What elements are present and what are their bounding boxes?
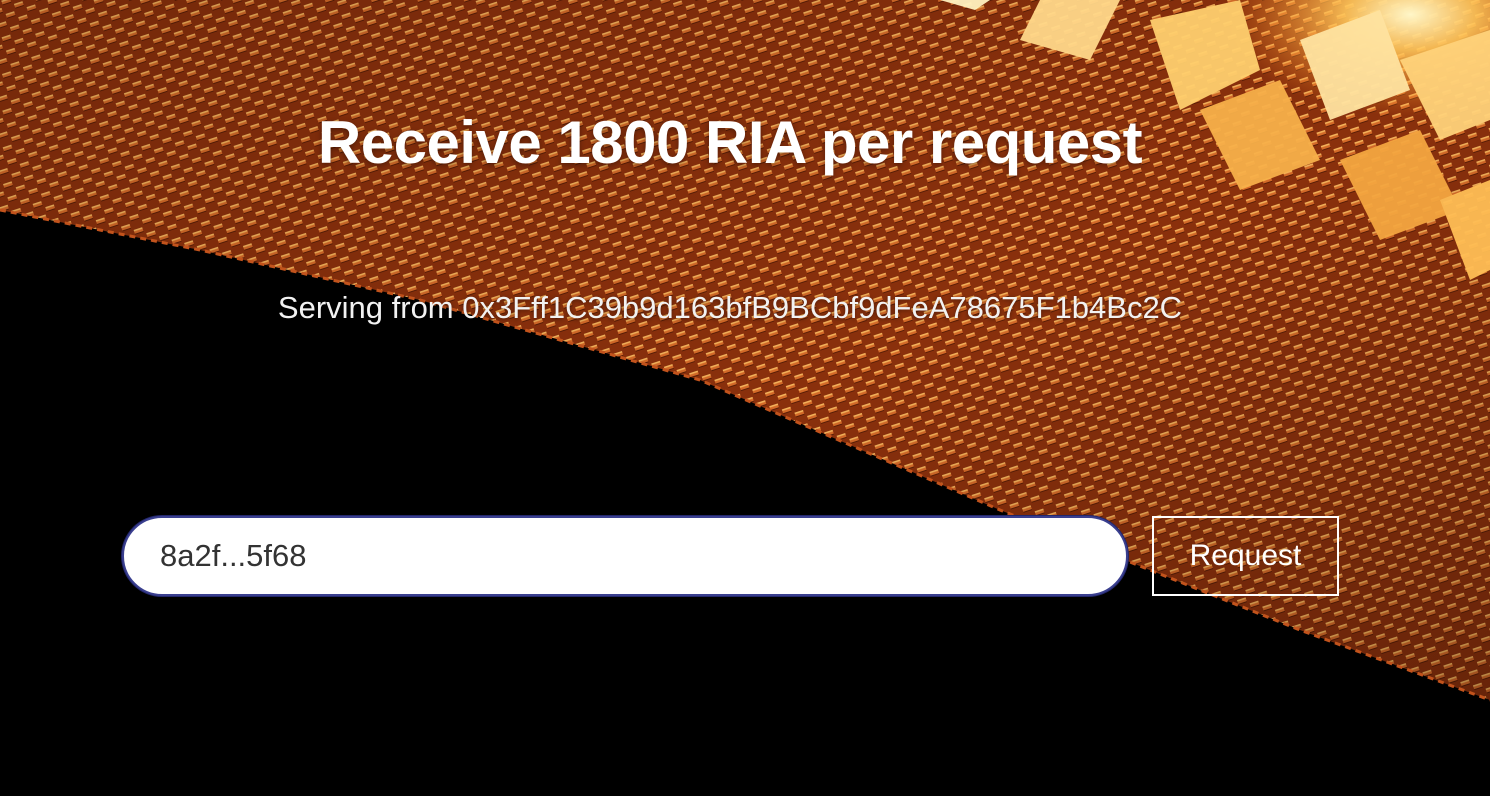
- wallet-address-input[interactable]: [122, 516, 1128, 596]
- faucet-page: Receive 1800 RIA per request Serving fro…: [0, 0, 1490, 796]
- serving-address-text: Serving from 0x3Fff1C39b9d163bfB9BCbf9dF…: [277, 290, 1183, 325]
- request-button[interactable]: Request: [1152, 516, 1339, 596]
- page-title: Receive 1800 RIA per request: [317, 109, 1143, 176]
